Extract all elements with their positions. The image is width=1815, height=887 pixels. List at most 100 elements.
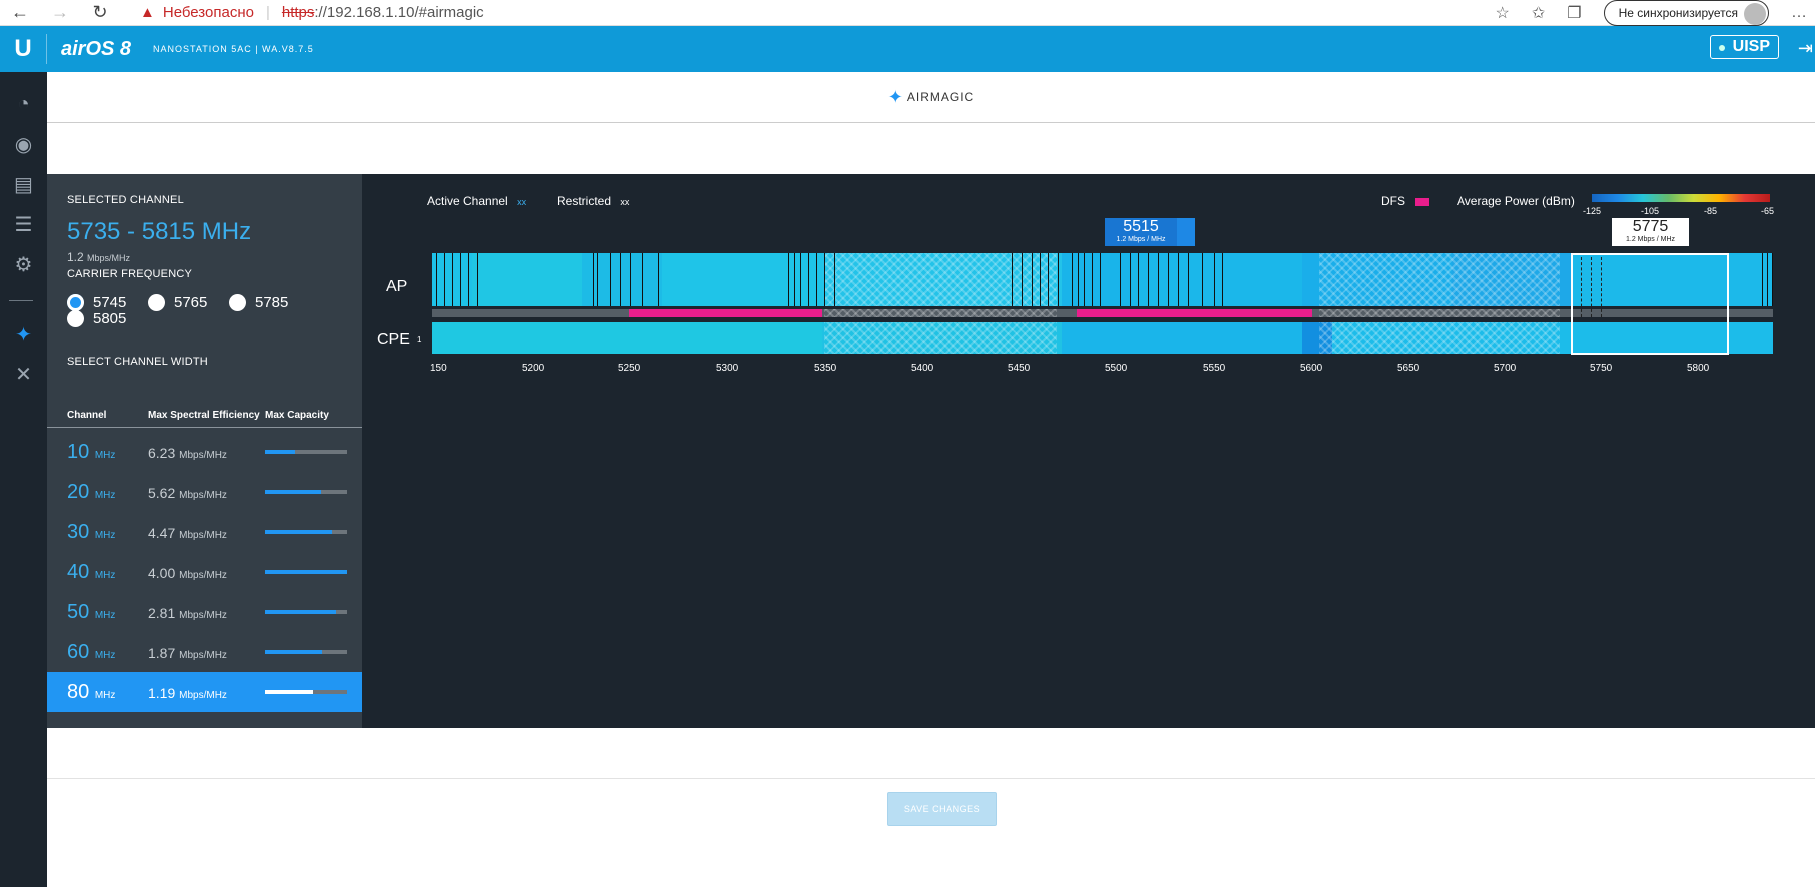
channel-width-row-30[interactable]: 30 MHz 4.47 Mbps/MHz [47,512,362,552]
channel-line [824,253,825,306]
legend-active-channel: Active Channel xx [427,194,526,208]
channel-line [788,253,789,306]
channel-marker-5515[interactable]: 5515 1.2 Mbps / MHz [1105,218,1177,246]
warning-icon: ▲ [140,3,155,21]
wireless-icon[interactable]: ◉ [0,128,47,160]
frequency-tick: 5250 [618,363,641,374]
channel-marker-5775[interactable]: 5775 1.2 Mbps / MHz [1612,218,1689,246]
radio-selected-icon [67,294,84,311]
channel-width-row-50[interactable]: 50 MHz 2.81 Mbps/MHz [47,592,362,632]
selected-channel-window[interactable] [1571,253,1729,355]
carrier-option-5785[interactable]: 5785 [229,294,288,311]
avatar [1744,3,1766,25]
carrier-option-5805[interactable]: 5805 [67,310,126,327]
more-icon[interactable]: … [1791,4,1807,22]
spectrum-segment [472,253,582,306]
services-icon[interactable]: ☰ [0,208,47,240]
profile-sync-button[interactable]: Не синхронизируется [1603,0,1769,26]
uisp-button[interactable]: UISP [1709,35,1779,59]
col-channel: Channel [67,410,107,421]
save-changes-button[interactable]: SAVE CHANGES [887,792,997,826]
legend-dfs: DFS [1381,194,1429,208]
channel-line [1048,253,1049,306]
page-title: AIRMAGIC [906,90,975,104]
frequency-tick: 150 [430,363,447,374]
capacity-bar-fill [265,610,337,614]
channel-line [1772,253,1773,306]
address-bar[interactable]: ▲ Небезопасно | https ://192.168.1.10/#a… [140,0,484,24]
channel-efficiency: 4.47 Mbps/MHz [148,525,227,541]
power-gradient-scale [1592,194,1770,202]
url-text: ://192.168.1.10/#airmagic [314,3,484,21]
radio-icon [229,294,246,311]
capacity-bar-fill [265,570,347,574]
dfs-band [629,309,822,317]
device-model: NANOSTATION 5AC | WA.V8.7.5 [153,44,314,54]
network-icon[interactable]: ▤ [0,168,47,200]
restricted-zone [1319,253,1560,306]
channel-line [1762,253,1763,306]
insecure-label: Небезопасно [162,3,254,21]
capacity-bar-fill [265,490,321,494]
channel-line [1178,253,1179,306]
carrier-option-5765[interactable]: 5765 [148,294,207,311]
channel-line [460,253,461,306]
restricted-zone [824,309,1057,317]
carrier-option-5745[interactable]: 5745 [67,294,126,311]
sync-label: Не синхронизируется [1618,6,1738,20]
frequency-tick: 5750 [1590,363,1613,374]
channel-width-value: 60 MHz [67,641,116,663]
radio-icon [67,310,84,327]
capacity-bar [265,450,347,454]
channel-width-row-10[interactable]: 10 MHz 6.23 Mbps/MHz [47,432,362,472]
selected-efficiency: 1.2 Mbps/MHz [67,250,130,264]
channel-line [1100,253,1101,306]
dfs-band [1077,309,1312,317]
favorite-add-icon[interactable]: ☆ [1495,3,1509,23]
ubiquiti-logo: U [14,35,32,62]
radio-icon [148,294,165,311]
airmagic-wand-icon[interactable]: ✦ [0,318,47,350]
capacity-bar-fill [265,650,323,654]
favorites-icon[interactable]: ✩ [1532,3,1545,23]
selected-efficiency-value: 1.2 [67,250,84,264]
channel-line [658,253,659,306]
capacity-bar [265,610,347,614]
channel-width-row-60[interactable]: 60 MHz 1.87 Mbps/MHz [47,632,362,672]
frequency-tick: 5300 [716,363,739,374]
channel-width-row-40[interactable]: 40 MHz 4.00 Mbps/MHz [47,552,362,592]
channel-width-value: 10 MHz [67,441,116,463]
reload-icon[interactable]: ↻ [80,0,120,26]
channel-efficiency: 6.23 Mbps/MHz [148,445,227,461]
legend-restricted-marker: xx [620,197,630,207]
back-icon[interactable]: ← [0,0,40,26]
power-tick: -105 [1641,206,1660,216]
spectrum-segment [1062,322,1302,354]
tools-icon[interactable]: ✕ [0,358,47,390]
legend-restricted: Restricted xx [557,194,629,208]
settings-icon[interactable]: ⚙ [0,248,47,280]
logout-icon[interactable]: ⇥ [1798,38,1813,59]
collections-icon[interactable]: ❐ [1567,3,1581,23]
channel-line [1138,253,1139,306]
frequency-tick: 5550 [1203,363,1226,374]
url-separator: | [265,3,270,21]
channel-width-row-20[interactable]: 20 MHz 5.62 Mbps/MHz [47,472,362,512]
capacity-bar-fill [265,690,314,694]
forward-icon[interactable]: → [40,0,80,26]
uisp-label: UISP [1732,38,1770,55]
channel-line [597,253,598,306]
dashboard-icon[interactable]: ◔ [0,88,47,120]
capacity-bar [265,490,347,494]
channel-width-value: 50 MHz [67,601,116,623]
capacity-bar [265,570,347,574]
channel-line [452,253,453,306]
browser-toolbar: ← → ↻ ▲ Небезопасно | https ://192.168.1… [0,0,1815,26]
browser-actions: ☆ ✩ ❐ Не синхронизируется … [1495,0,1815,26]
channel-width-row-80[interactable]: 80 MHz 1.19 Mbps/MHz [47,672,362,712]
airos-logo-text: airOS 8 [61,37,132,60]
channel-line [1188,253,1189,306]
frequency-tick: 5450 [1008,363,1031,374]
channel-marker-band [1177,218,1195,246]
channel-line [816,253,817,306]
